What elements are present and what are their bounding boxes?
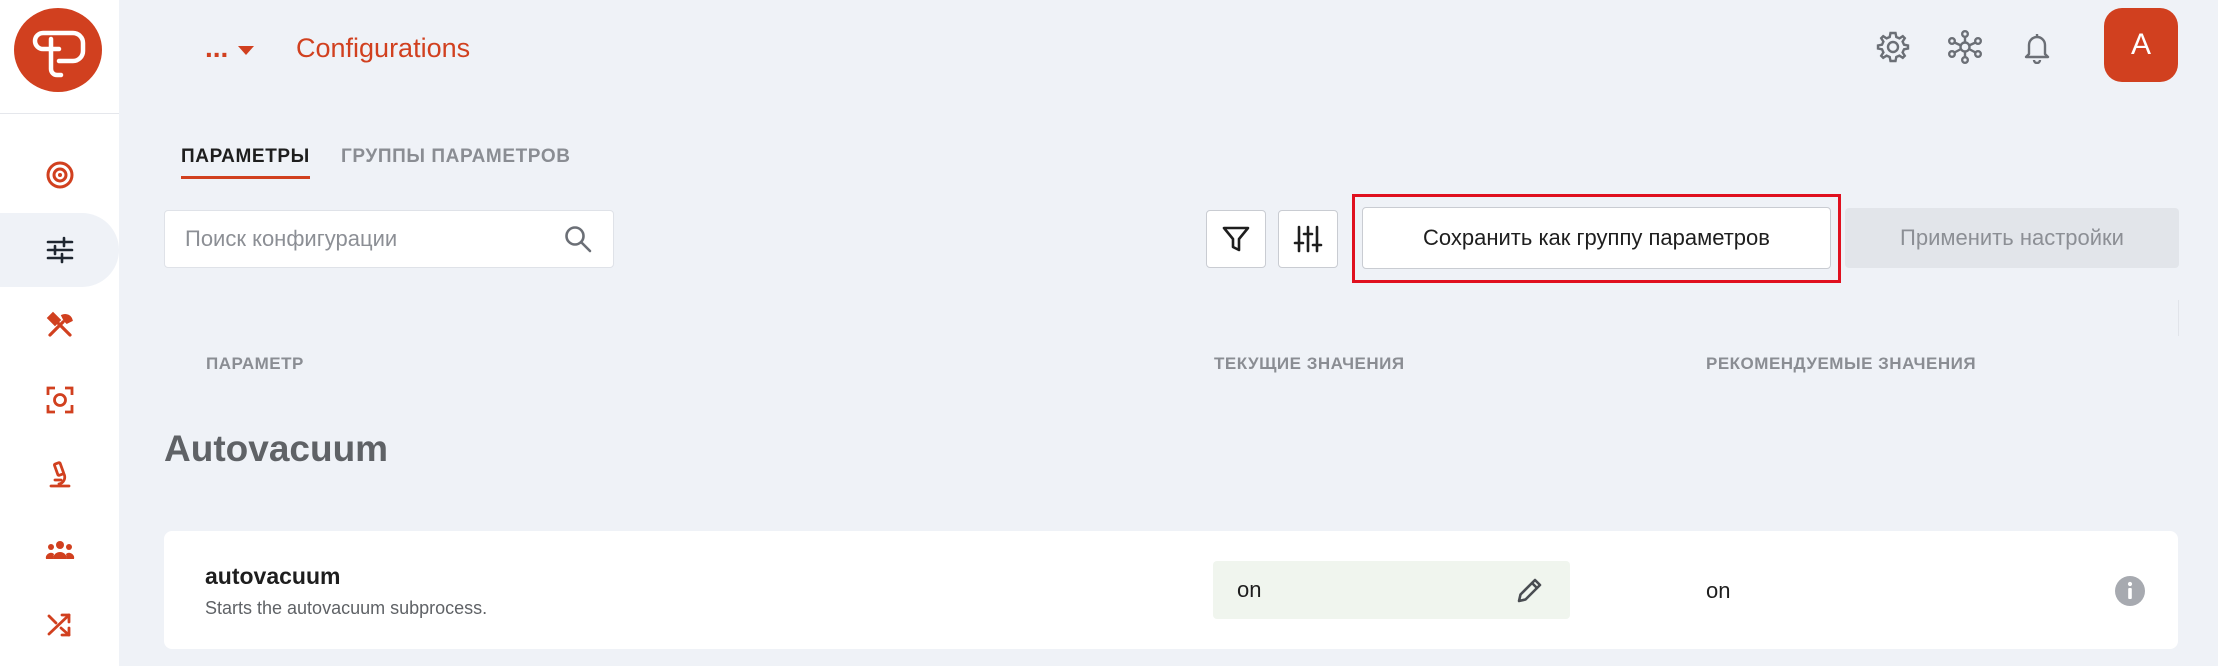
sidebar-item-analysis[interactable] (0, 438, 119, 512)
sidebar (0, 0, 119, 666)
info-icon[interactable] (2114, 575, 2146, 607)
sidebar-item-monitoring[interactable] (0, 363, 119, 437)
current-value: on (1237, 577, 1262, 602)
column-header-current: ТЕКУЩИЕ ЗНАЧЕНИЯ (1214, 354, 1405, 373)
sidebar-item-configurations[interactable] (0, 213, 119, 287)
parameter-description: Starts the autovacuum subprocess. (205, 598, 488, 618)
bell-icon (2024, 34, 2050, 64)
page-title: Configurations (296, 33, 471, 63)
table-row: autovacuum Starts the autovacuum subproc… (164, 531, 2178, 649)
tab-parameter-groups[interactable]: ГРУППЫ ПАРАМЕТРОВ (341, 146, 571, 168)
app-logo[interactable] (14, 8, 102, 92)
sliders-icon (46, 236, 73, 264)
search-box (164, 210, 614, 268)
caret-down-icon (238, 45, 255, 55)
pencil-icon[interactable] (1514, 574, 1546, 606)
sidebar-item-tools[interactable] (0, 288, 119, 362)
sidebar-divider (0, 113, 119, 114)
user-avatar[interactable]: A (2104, 8, 2178, 82)
search-input[interactable] (185, 226, 563, 252)
settings-button[interactable] (1868, 22, 1918, 72)
gear-icon (1876, 31, 1910, 63)
filter-button[interactable] (1206, 210, 1266, 268)
divider (2178, 300, 2179, 336)
search-icon[interactable] (563, 224, 593, 254)
sidebar-item-migrations[interactable] (0, 588, 119, 662)
filter-icon (1222, 226, 1250, 252)
notifications-button[interactable] (2012, 22, 2062, 72)
focus-icon (46, 386, 73, 414)
shuffle-icon (47, 613, 70, 637)
target-icon (46, 161, 73, 189)
network-icon (1948, 30, 1982, 64)
microscope-icon (49, 461, 70, 488)
parameter-name: autovacuum (205, 563, 341, 589)
breadcrumb-more-label: ... (205, 32, 229, 63)
sidebar-item-users[interactable] (0, 513, 119, 587)
tab-parameters[interactable]: ПАРАМЕТРЫ (181, 146, 310, 179)
column-header-recommended: РЕКОМЕНДУЕМЫЕ ЗНАЧЕНИЯ (1706, 354, 1977, 373)
current-value-field[interactable]: on (1213, 561, 1570, 619)
save-as-group-button[interactable]: Сохранить как группу параметров (1362, 207, 1831, 269)
breadcrumb-more-dropdown[interactable]: ... (205, 28, 255, 68)
recommended-value: on (1706, 578, 1731, 603)
column-header-parameter: ПАРАМЕТР (206, 354, 304, 373)
apply-settings-button[interactable]: Применить настройки (1845, 208, 2179, 268)
network-button[interactable] (1940, 22, 1990, 72)
sidebar-item-targets[interactable] (0, 138, 119, 212)
group-icon (45, 541, 74, 559)
section-title: Autovacuum (164, 428, 389, 469)
vertical-sliders-icon (1293, 225, 1323, 253)
logo-icon (32, 30, 86, 78)
tools-icon (46, 311, 73, 337)
column-settings-button[interactable] (1278, 210, 1338, 268)
